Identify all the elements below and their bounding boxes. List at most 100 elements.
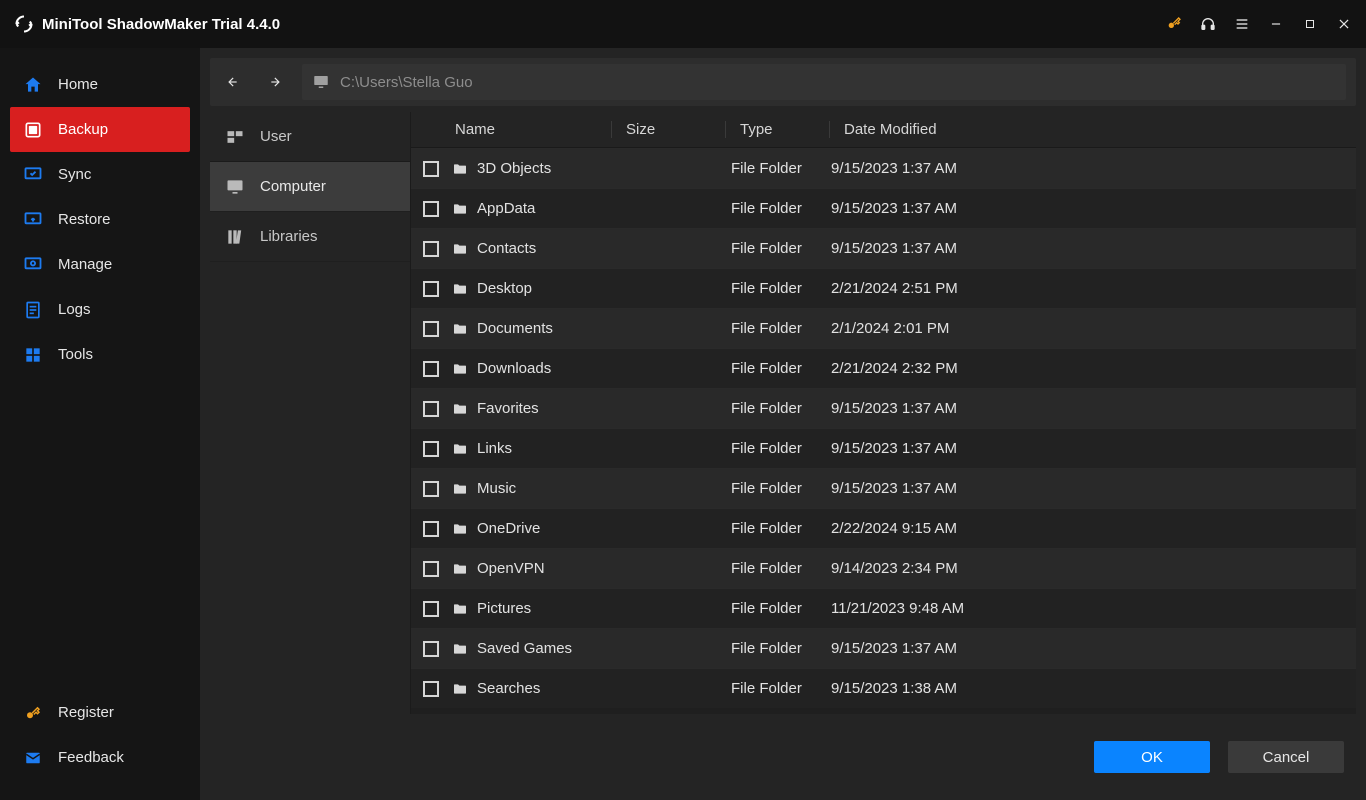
- row-checkbox[interactable]: [423, 201, 439, 217]
- file-name: Downloads: [477, 360, 551, 377]
- file-type: File Folder: [731, 320, 831, 337]
- manage-icon: [22, 254, 44, 276]
- col-date[interactable]: Date Modified: [829, 121, 979, 138]
- tree-item-libraries[interactable]: Libraries: [210, 212, 410, 262]
- sidebar-item-tools[interactable]: Tools: [10, 332, 190, 377]
- file-type: File Folder: [731, 160, 831, 177]
- file-name: Desktop: [477, 280, 532, 297]
- path-input[interactable]: C:\Users\Stella Guo: [302, 64, 1346, 100]
- file-type: File Folder: [731, 200, 831, 217]
- sidebar-item-sync[interactable]: Sync: [10, 152, 190, 197]
- folder-icon: [451, 480, 469, 498]
- file-date: 9/15/2023 1:37 AM: [831, 160, 1356, 177]
- row-checkbox[interactable]: [423, 281, 439, 297]
- file-name: Links: [477, 440, 512, 457]
- folder-icon: [451, 520, 469, 538]
- nav-back-button[interactable]: [210, 58, 254, 106]
- row-checkbox[interactable]: [423, 681, 439, 697]
- titlebar-minimize-icon[interactable]: [1264, 12, 1288, 36]
- titlebar-maximize-icon[interactable]: [1298, 12, 1322, 36]
- user-folders-icon: [224, 126, 246, 148]
- file-row[interactable]: PicturesFile Folder11/21/2023 9:48 AM: [411, 588, 1356, 628]
- sync-icon: [22, 164, 44, 186]
- file-type: File Folder: [731, 680, 831, 697]
- file-type: File Folder: [731, 560, 831, 577]
- nav-forward-button[interactable]: [254, 58, 298, 106]
- library-icon: [224, 226, 246, 248]
- file-list: Name Size Type Date Modified 3D Objects F…: [410, 112, 1356, 714]
- sidebar-item-manage[interactable]: Manage: [10, 242, 190, 287]
- file-date: 11/21/2023 9:48 AM: [831, 600, 1356, 617]
- file-row[interactable]: 3D Objects File Folder9/15/2023 1:37 AM: [411, 148, 1356, 188]
- sidebar-item-label: Sync: [58, 166, 91, 183]
- folder-icon: [451, 280, 469, 298]
- file-date: 9/15/2023 1:37 AM: [831, 400, 1356, 417]
- sidebar-item-register[interactable]: Register: [10, 690, 190, 735]
- key-icon: [22, 702, 44, 724]
- row-checkbox[interactable]: [423, 361, 439, 377]
- sidebar-item-label: Backup: [58, 121, 108, 138]
- file-date: 2/22/2024 9:15 AM: [831, 520, 1356, 537]
- row-checkbox[interactable]: [423, 481, 439, 497]
- file-name: Documents: [477, 320, 553, 337]
- file-name: Favorites: [477, 400, 539, 417]
- row-checkbox[interactable]: [423, 401, 439, 417]
- column-headers: Name Size Type Date Modified: [411, 112, 1356, 148]
- file-row[interactable]: MusicFile Folder9/15/2023 1:37 AM: [411, 468, 1356, 508]
- titlebar: MiniTool ShadowMaker Trial 4.4.0: [0, 0, 1366, 48]
- file-row[interactable]: Documents File Folder2/1/2024 2:01 PM: [411, 308, 1356, 348]
- titlebar-menu-icon[interactable]: [1230, 12, 1254, 36]
- tree-item-computer[interactable]: Computer: [210, 162, 410, 212]
- file-name: 3D Objects: [477, 160, 551, 177]
- sidebar-item-home[interactable]: Home: [10, 62, 190, 107]
- file-rows[interactable]: 3D ObjectsFile Folder9/15/2023 1:37 AMAp…: [411, 148, 1356, 714]
- mail-icon: [22, 747, 44, 769]
- file-row[interactable]: ContactsFile Folder9/15/2023 1:37 AM: [411, 228, 1356, 268]
- row-checkbox[interactable]: [423, 561, 439, 577]
- file-date: 2/1/2024 2:01 PM: [831, 320, 1356, 337]
- folder-icon: [451, 400, 469, 418]
- file-name: Saved Games: [477, 640, 572, 657]
- file-row[interactable]: OneDriveFile Folder2/22/2024 9:15 AM: [411, 508, 1356, 548]
- row-checkbox[interactable]: [423, 241, 439, 257]
- file-row[interactable]: DesktopFile Folder2/21/2024 2:51 PM: [411, 268, 1356, 308]
- sidebar-item-restore[interactable]: Restore: [10, 197, 190, 242]
- backup-icon: [22, 119, 44, 141]
- ok-button[interactable]: OK: [1094, 741, 1210, 773]
- titlebar-close-icon[interactable]: [1332, 12, 1356, 36]
- file-name: Searches: [477, 680, 540, 697]
- file-row[interactable]: FavoritesFile Folder9/15/2023 1:37 AM: [411, 388, 1356, 428]
- row-checkbox[interactable]: [423, 641, 439, 657]
- row-checkbox[interactable]: [423, 321, 439, 337]
- cancel-button[interactable]: Cancel: [1228, 741, 1344, 773]
- file-row[interactable]: Saved GamesFile Folder9/15/2023 1:37 AM: [411, 628, 1356, 668]
- home-icon: [22, 74, 44, 96]
- folder-icon: [451, 240, 469, 258]
- file-row[interactable]: AppDataFile Folder9/15/2023 1:37 AM: [411, 188, 1356, 228]
- file-row[interactable]: LinksFile Folder9/15/2023 1:37 AM: [411, 428, 1356, 468]
- sidebar-item-feedback[interactable]: Feedback: [10, 735, 190, 780]
- file-date: 9/15/2023 1:37 AM: [831, 480, 1356, 497]
- file-row[interactable]: OpenVPNFile Folder9/14/2023 2:34 PM: [411, 548, 1356, 588]
- file-name: Music: [477, 480, 516, 497]
- folder-icon: [451, 200, 469, 218]
- row-checkbox[interactable]: [423, 601, 439, 617]
- col-type[interactable]: Type: [725, 121, 829, 138]
- file-row[interactable]: SearchesFile Folder9/15/2023 1:38 AM: [411, 668, 1356, 708]
- row-checkbox[interactable]: [423, 521, 439, 537]
- tree-item-label: Computer: [260, 178, 326, 195]
- sidebar-item-label: Tools: [58, 346, 93, 363]
- titlebar-key-icon[interactable]: [1162, 12, 1186, 36]
- location-tree: User Computer Libraries: [210, 112, 410, 714]
- sidebar-item-logs[interactable]: Logs: [10, 287, 190, 332]
- col-size[interactable]: Size: [611, 121, 725, 138]
- file-row[interactable]: DownloadsFile Folder2/21/2024 2:32 PM: [411, 348, 1356, 388]
- row-checkbox[interactable]: [423, 441, 439, 457]
- titlebar-headset-icon[interactable]: [1196, 12, 1220, 36]
- col-name[interactable]: Name: [451, 121, 611, 138]
- row-checkbox[interactable]: [423, 161, 439, 177]
- file-type: File Folder: [731, 240, 831, 257]
- sidebar-item-backup[interactable]: Backup: [10, 107, 190, 152]
- tree-item-user[interactable]: User: [210, 112, 410, 162]
- tree-item-label: Libraries: [260, 228, 318, 245]
